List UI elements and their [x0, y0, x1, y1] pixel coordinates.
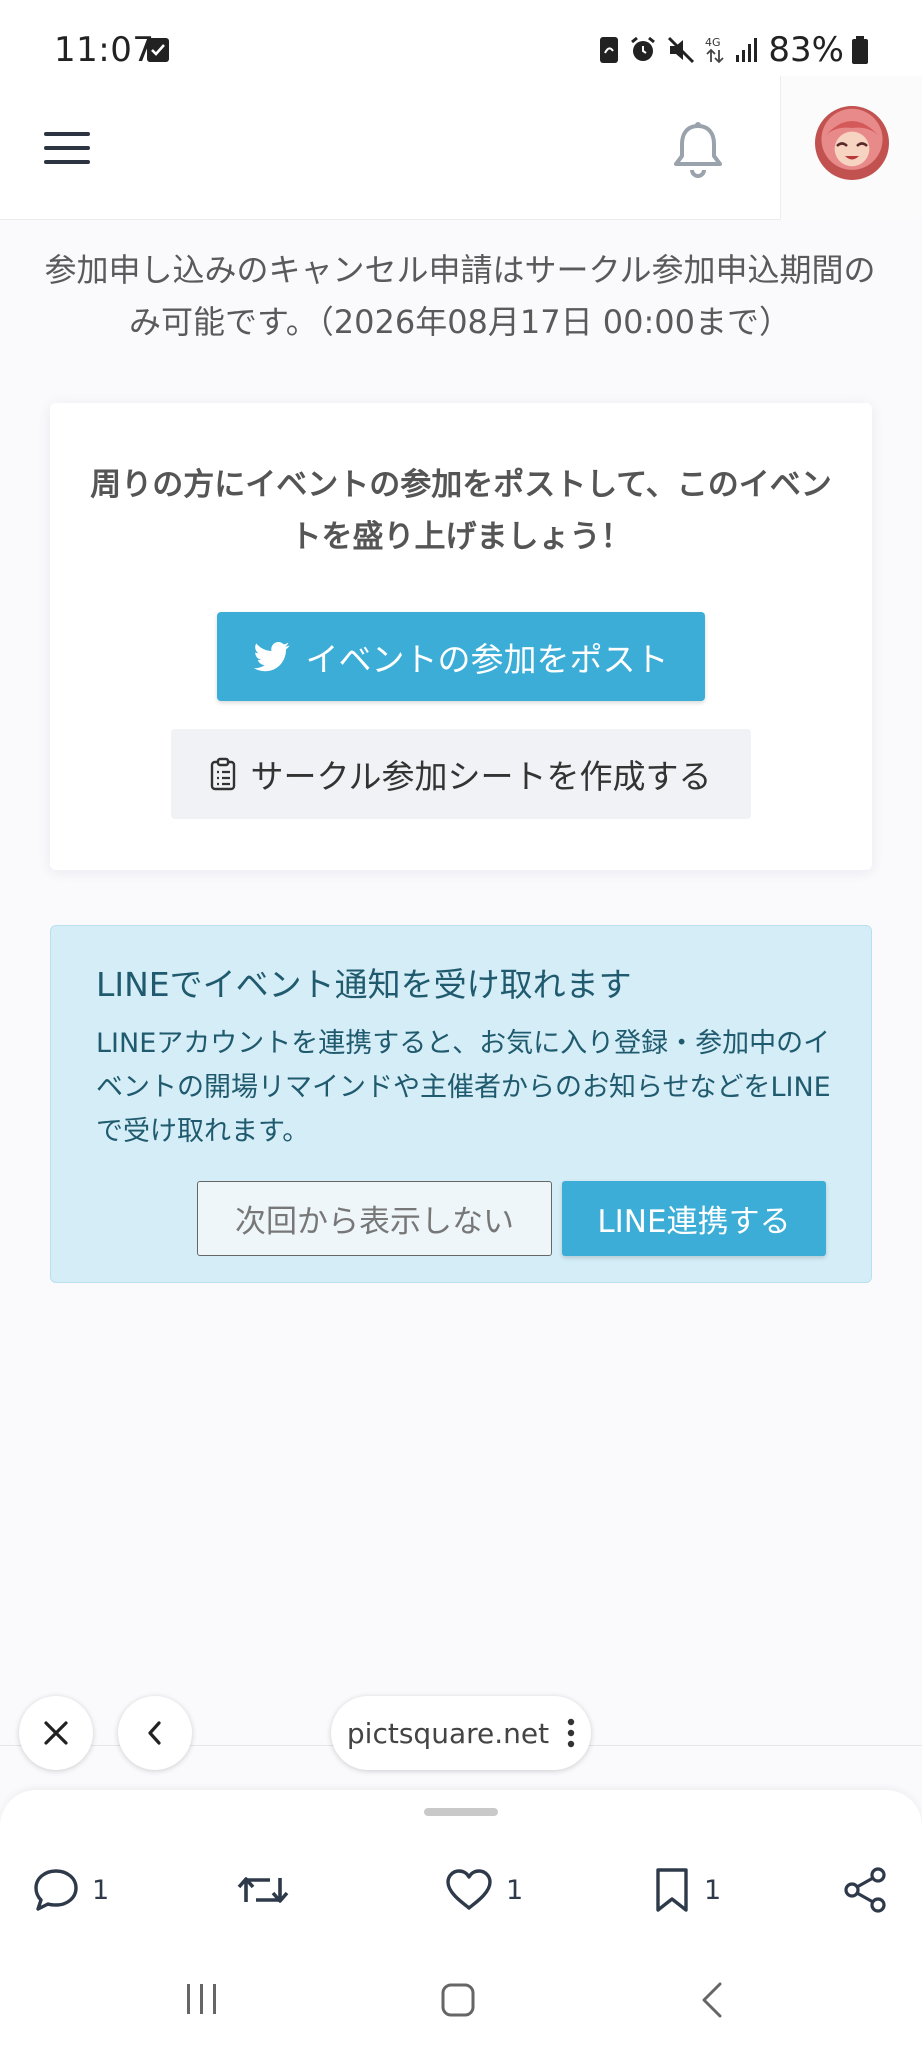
close-icon[interactable] [19, 1696, 93, 1770]
system-nav-bar [0, 1960, 922, 2048]
bell-icon[interactable] [670, 120, 726, 180]
post-button-label: イベントの参加をポスト [305, 639, 669, 679]
line-card-title: LINEでイベント通知を受け取れます [96, 965, 632, 1004]
reply-count: 1 [92, 1874, 110, 1906]
signal-icon [734, 37, 760, 63]
battery-icon [852, 36, 868, 64]
like-action[interactable]: 1 [444, 1860, 523, 1920]
checkbox-notification-icon [146, 37, 170, 63]
avatar-container [780, 76, 922, 220]
twitter-bird-icon [253, 641, 290, 672]
reply-action[interactable]: 1 [32, 1860, 109, 1920]
line-card-description: LINEアカウントを連携すると、お気に入り登録・参加中のイベントの開場リマインド… [96, 1028, 831, 1147]
line-link-button[interactable]: LINE連携する [562, 1181, 826, 1256]
dismiss-next-time-button[interactable]: 次回から表示しない [197, 1181, 552, 1256]
app-header [0, 76, 922, 220]
action-row: 1 1 1 [0, 1860, 922, 1920]
sheet-button-label: サークル参加シートを作成する [250, 757, 712, 796]
network-4g-icon: 4G [704, 35, 726, 65]
bookmark-count: 1 [704, 1874, 722, 1906]
mute-icon [666, 35, 696, 65]
status-bar: 11:07 4G 83% [0, 0, 922, 76]
comment-icon [34, 1869, 78, 1911]
battery-percent: 83% [768, 30, 844, 70]
svg-text:4G: 4G [705, 36, 721, 49]
chevron-left-icon[interactable] [118, 1696, 192, 1770]
bookmark-action[interactable]: 1 [652, 1860, 721, 1920]
like-count: 1 [506, 1874, 524, 1906]
clipboard-icon [210, 757, 236, 791]
hamburger-menu-icon[interactable] [44, 128, 92, 168]
cancel-deadline-note: 参加申し込みのキャンセル申請はサークル参加申込期間のみ可能です。（2026年08… [44, 251, 876, 341]
recents-icon[interactable] [184, 1982, 220, 2016]
avatar[interactable] [815, 106, 889, 180]
repost-icon [237, 1877, 289, 1903]
status-icons: 4G 83% [598, 30, 868, 70]
url-pill[interactable]: pictsquare.net [331, 1696, 591, 1770]
back-icon[interactable] [700, 1982, 724, 2018]
alarm-icon [628, 35, 658, 65]
heart-icon [446, 1869, 492, 1910]
repost-action[interactable] [236, 1860, 290, 1920]
share-prompt: 周りの方にイベントの参加をポストして、このイベントを盛り上げましょう！ [90, 467, 832, 555]
share-card: 周りの方にイベントの参加をポストして、このイベントを盛り上げましょう！ イベント… [50, 403, 872, 870]
more-vertical-icon[interactable] [567, 1718, 575, 1748]
post-participation-button[interactable]: イベントの参加をポスト [217, 612, 705, 701]
url-text: pictsquare.net [346, 1716, 550, 1750]
share-action[interactable] [842, 1860, 888, 1920]
line-notification-card: LINEでイベント通知を受け取れます LINEアカウントを連携すると、お気に入り… [50, 925, 872, 1283]
create-circle-sheet-button[interactable]: サークル参加シートを作成する [171, 729, 751, 819]
share-icon [844, 1867, 886, 1913]
home-icon[interactable] [440, 1982, 476, 2018]
sync-icon [598, 35, 620, 65]
status-time: 11:07 [54, 30, 155, 70]
drag-handle[interactable] [424, 1808, 498, 1816]
bookmark-icon [656, 1868, 688, 1912]
